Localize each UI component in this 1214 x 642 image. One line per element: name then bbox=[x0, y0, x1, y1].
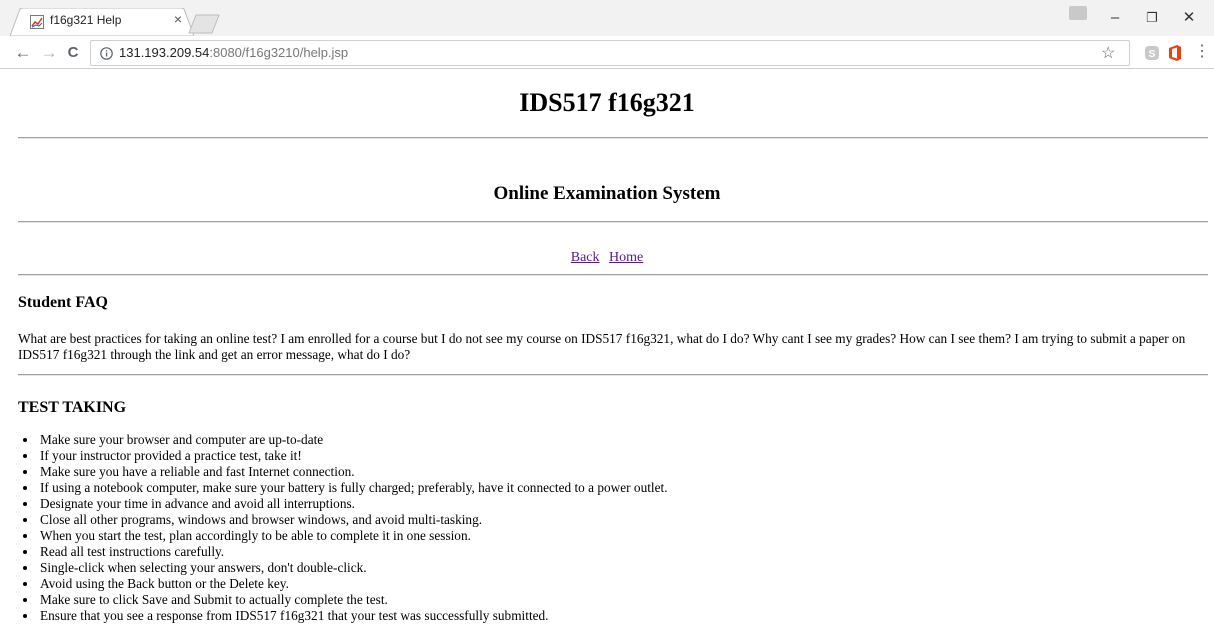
url-host: 131.193.209.54 bbox=[119, 45, 210, 60]
list-item: When you start the test, plan accordingl… bbox=[38, 528, 1208, 544]
office-extension-icon[interactable] bbox=[1168, 45, 1182, 61]
divider bbox=[18, 221, 1208, 223]
skype-extension-icon[interactable]: S bbox=[1145, 46, 1159, 60]
divider bbox=[18, 137, 1208, 139]
browser-tabstrip: f16g321 Help × – ❐ ✕ bbox=[0, 0, 1214, 36]
divider bbox=[18, 274, 1208, 276]
list-item: Close all other programs, windows and br… bbox=[38, 512, 1208, 528]
minimize-icon[interactable]: – bbox=[1100, 8, 1130, 28]
chrome-menu-icon[interactable]: ⋮ bbox=[1194, 44, 1210, 60]
list-item: Make sure you have a reliable and fast I… bbox=[38, 464, 1208, 480]
page-content: IDS517 f16g321 Online Examination System… bbox=[0, 70, 1214, 642]
test-taking-tips: Make sure your browser and computer are … bbox=[18, 432, 1208, 624]
list-item: Designate your time in advance and avoid… bbox=[38, 496, 1208, 512]
page-nav: Back Home bbox=[0, 250, 1214, 266]
bookmark-star-icon[interactable]: ☆ bbox=[1101, 43, 1115, 63]
back-arrow-icon[interactable]: ← bbox=[12, 42, 34, 64]
browser-toolbar: ← → C 131.193.209.54:8080/f16g3210/help.… bbox=[0, 36, 1214, 69]
url-text[interactable]: 131.193.209.54:8080/f16g3210/help.jsp bbox=[119, 45, 348, 60]
svg-text:S: S bbox=[1149, 49, 1156, 60]
list-item: Make sure your browser and computer are … bbox=[38, 432, 1208, 448]
list-item: Single-click when selecting your answers… bbox=[38, 560, 1208, 576]
tab-close-icon[interactable]: × bbox=[171, 12, 185, 26]
faq-heading: Student FAQ bbox=[18, 294, 108, 311]
profile-button[interactable] bbox=[1069, 6, 1087, 20]
faq-text: What are best practices for taking an on… bbox=[18, 331, 1186, 362]
list-item: Read all test instructions carefully. bbox=[38, 544, 1208, 560]
forward-arrow-icon[interactable]: → bbox=[38, 42, 60, 64]
page-title: IDS517 f16g321 bbox=[519, 88, 695, 117]
new-tab-button[interactable] bbox=[188, 14, 220, 34]
list-item: Ensure that you see a response from IDS5… bbox=[38, 608, 1208, 624]
url-path: :8080/f16g3210/help.jsp bbox=[209, 45, 349, 60]
restore-icon[interactable]: ❐ bbox=[1137, 8, 1167, 28]
list-item: If your instructor provided a practice t… bbox=[38, 448, 1208, 464]
tab-title: f16g321 Help bbox=[50, 13, 122, 27]
close-window-icon[interactable]: ✕ bbox=[1174, 8, 1204, 28]
site-favicon-icon bbox=[30, 15, 44, 29]
page-subtitle: Online Examination System bbox=[493, 183, 721, 204]
test-taking-heading: TEST TAKING bbox=[18, 399, 127, 416]
divider bbox=[18, 374, 1208, 376]
list-item: Make sure to click Save and Submit to ac… bbox=[38, 592, 1208, 608]
info-icon[interactable] bbox=[100, 47, 113, 60]
home-link[interactable]: Home bbox=[609, 250, 643, 265]
back-link[interactable]: Back bbox=[571, 250, 600, 265]
list-item: If using a notebook computer, make sure … bbox=[38, 480, 1208, 496]
reload-icon[interactable]: C bbox=[62, 42, 84, 64]
list-item: Avoid using the Back button or the Delet… bbox=[38, 576, 1208, 592]
